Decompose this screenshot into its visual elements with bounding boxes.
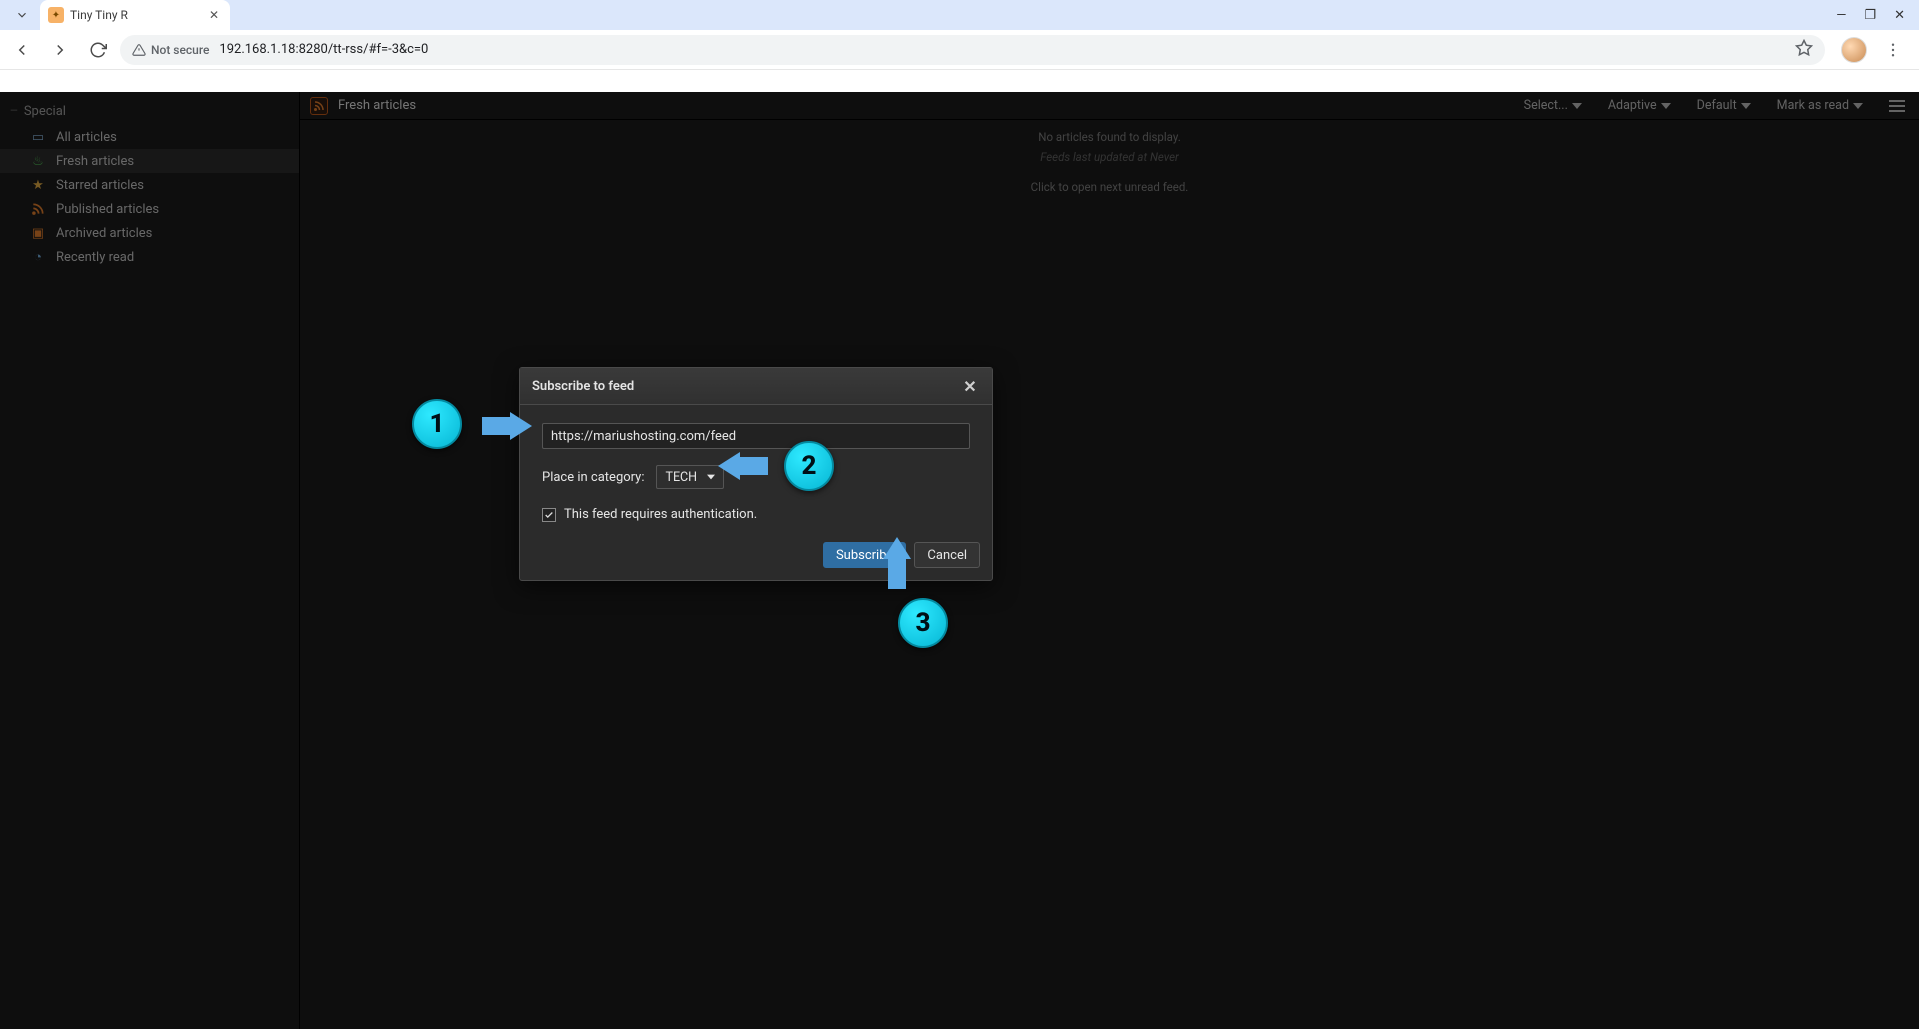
close-window-icon[interactable]: ✕ [1894,8,1905,23]
tab-close-button[interactable]: ✕ [206,7,222,23]
browser-content-top-gap [0,70,1919,92]
auth-checkbox[interactable] [542,508,556,522]
auth-label: This feed requires authentication. [564,507,757,522]
browser-tab[interactable]: ✦ Tiny Tiny R ✕ [40,0,230,30]
tabstrip: ✦ Tiny Tiny R ✕ [0,0,230,30]
security-label: Not secure [151,43,209,57]
url-text: 192.168.1.18:8280/tt-rss/#f=-3&c=0 [219,42,428,57]
window-controls: ― ❐ ✕ [1822,0,1919,30]
browser-toolbar: Not secure 192.168.1.18:8280/tt-rss/#f=-… [0,30,1919,70]
browser-menu-button[interactable] [1877,34,1909,66]
maximize-icon[interactable]: ❐ [1864,8,1876,23]
ttrss-app: ― Special ▭ All articles ♨ Fresh article… [0,92,1919,1029]
window-titlebar: ✦ Tiny Tiny R ✕ ― ❐ ✕ [0,0,1919,30]
address-bar[interactable]: Not secure 192.168.1.18:8280/tt-rss/#f=-… [120,35,1825,65]
back-button[interactable] [6,34,38,66]
profile-avatar[interactable] [1841,37,1867,63]
subscribe-button[interactable]: Subscribe [823,542,906,568]
category-value: TECH [665,470,697,485]
tab-title: Tiny Tiny R [70,8,200,22]
dialog-titlebar: Subscribe to feed ✕ [520,368,992,405]
category-label: Place in category: [542,470,644,485]
category-select[interactable]: TECH [656,465,724,489]
subscribe-dialog: Subscribe to feed ✕ Place in category: T… [519,367,993,581]
tab-search-button[interactable] [10,3,34,27]
dialog-close-button[interactable]: ✕ [960,376,980,396]
rss-favicon-icon: ✦ [48,7,64,23]
minimize-icon[interactable]: ― [1836,8,1846,23]
cancel-button[interactable]: Cancel [914,542,980,568]
dialog-title: Subscribe to feed [532,379,634,394]
bookmark-star-icon[interactable] [1795,39,1813,61]
feed-url-input[interactable] [542,423,970,449]
reload-button[interactable] [82,34,114,66]
security-chip[interactable]: Not secure [132,43,209,57]
forward-button[interactable] [44,34,76,66]
